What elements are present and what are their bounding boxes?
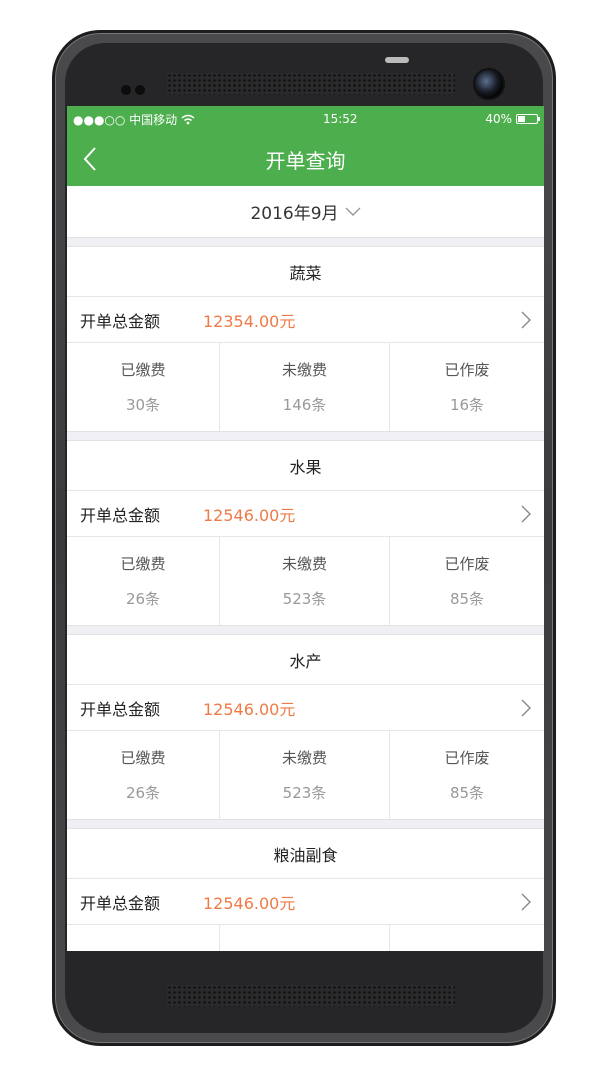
power-button: [385, 57, 409, 63]
category-card: 水产开单总金额 12546.00元已缴费 26条 未缴费 523条 已作废 85条: [67, 634, 544, 820]
month-label: 2016年9月: [250, 204, 339, 224]
stat-count: 523条: [282, 590, 327, 608]
stat-count: 85条: [449, 784, 485, 802]
total-amount-row[interactable]: 开单总金额 12546.00元: [67, 685, 544, 731]
total-amount-value: 12354.00元: [203, 311, 296, 331]
category-card: 粮油副食开单总金额 12546.00元: [67, 828, 544, 951]
stat-count: 523条: [282, 784, 327, 802]
stat-label: 未缴费: [281, 555, 327, 573]
stat-count: 85条: [449, 590, 485, 608]
stat-count: 16条: [449, 396, 485, 414]
sensor-dots: [121, 80, 149, 99]
status-time: 15:52: [322, 112, 358, 126]
status-counts: 已缴费 26条 未缴费 523条 已作废 85条: [67, 731, 544, 819]
app-screen: ●●●○○ 中国移动 15:52 40% 开单查询 2016年9月 蔬菜 开单总金…: [67, 106, 544, 951]
total-amount-label: 开单总金额: [80, 699, 161, 719]
battery-percent: 40%: [485, 112, 512, 126]
status-bar: ●●●○○ 中国移动 15:52 40%: [67, 106, 544, 132]
stat-cell[interactable]: 已作废 85条: [390, 537, 544, 625]
total-amount-label: 开单总金额: [80, 893, 161, 913]
stat-count: 26条: [125, 590, 161, 608]
total-amount-label: 开单总金额: [80, 505, 161, 525]
stat-count: 26条: [125, 784, 161, 802]
total-amount-value: 12546.00元: [203, 893, 296, 913]
stat-label: 未缴费: [281, 361, 327, 379]
wifi-icon: [181, 114, 195, 124]
stat-label: 已缴费: [120, 361, 166, 379]
battery-icon: [516, 114, 540, 124]
stat-cell[interactable]: 已缴费 26条: [67, 537, 220, 625]
category-title: 水产: [67, 635, 544, 685]
category-card: 蔬菜开单总金额 12354.00元已缴费 30条 未缴费 146条 已作废 16条: [67, 246, 544, 432]
total-amount-value: 12546.00元: [203, 505, 296, 525]
stat-count: 146条: [282, 396, 327, 414]
stat-cell[interactable]: 已作废 16条: [390, 343, 544, 431]
total-amount-row[interactable]: 开单总金额 12546.00元: [67, 491, 544, 537]
stat-cell[interactable]: 未缴费 146条: [220, 343, 390, 431]
status-counts: 已缴费 30条 未缴费 146条 已作废 16条: [67, 343, 544, 431]
total-amount-value: 12546.00元: [203, 699, 296, 719]
stat-count: 30条: [125, 396, 161, 414]
chevron-right-icon: [521, 505, 531, 523]
stat-cell[interactable]: 已作废 85条: [390, 731, 544, 819]
stat-label: 已作废: [444, 555, 490, 573]
section-list: 蔬菜 开单总金额 12354.00元 已缴费 30条 未缴费 146条 已作废 16条 水果 开单总…: [67, 246, 544, 951]
stat-cell[interactable]: [220, 925, 390, 951]
total-amount-row[interactable]: 开单总金额 12546.00元: [67, 879, 544, 925]
category-title: 水果: [67, 441, 544, 491]
status-counts: [67, 925, 544, 951]
month-selector[interactable]: 2016年9月: [67, 186, 544, 238]
stat-label: 已缴费: [120, 749, 166, 767]
stat-cell[interactable]: 未缴费 523条: [220, 537, 390, 625]
nav-bar: 开单查询: [67, 132, 544, 186]
total-amount-row[interactable]: 开单总金额 12354.00元: [67, 297, 544, 343]
stat-cell[interactable]: 未缴费 523条: [220, 731, 390, 819]
back-arrow-icon[interactable]: [79, 145, 103, 173]
category-card: 水果开单总金额 12546.00元已缴费 26条 未缴费 523条 已作废 85条: [67, 440, 544, 626]
carrier-label: ●●●○○ 中国移动: [73, 112, 178, 127]
stat-label: 已作废: [444, 749, 490, 767]
bottom-speaker-grille: [167, 985, 455, 1007]
stat-cell[interactable]: [390, 925, 544, 951]
stat-cell[interactable]: 已缴费 26条: [67, 731, 220, 819]
category-title: 蔬菜: [67, 247, 544, 297]
chevron-right-icon: [521, 699, 531, 717]
chevron-right-icon: [521, 311, 531, 329]
front-camera-icon: [473, 68, 505, 100]
status-counts: 已缴费 26条 未缴费 523条 已作废 85条: [67, 537, 544, 625]
top-speaker-grille: [167, 73, 455, 95]
page-title: 开单查询: [265, 148, 346, 173]
stat-label: 已缴费: [120, 555, 166, 573]
chevron-down-icon: [345, 207, 361, 216]
category-title: 粮油副食: [67, 829, 544, 879]
total-amount-label: 开单总金额: [80, 311, 161, 331]
chevron-right-icon: [521, 893, 531, 911]
stat-cell[interactable]: 已缴费 30条: [67, 343, 220, 431]
stat-label: 未缴费: [281, 749, 327, 767]
stat-cell[interactable]: [67, 925, 220, 951]
stat-label: 已作废: [444, 361, 490, 379]
